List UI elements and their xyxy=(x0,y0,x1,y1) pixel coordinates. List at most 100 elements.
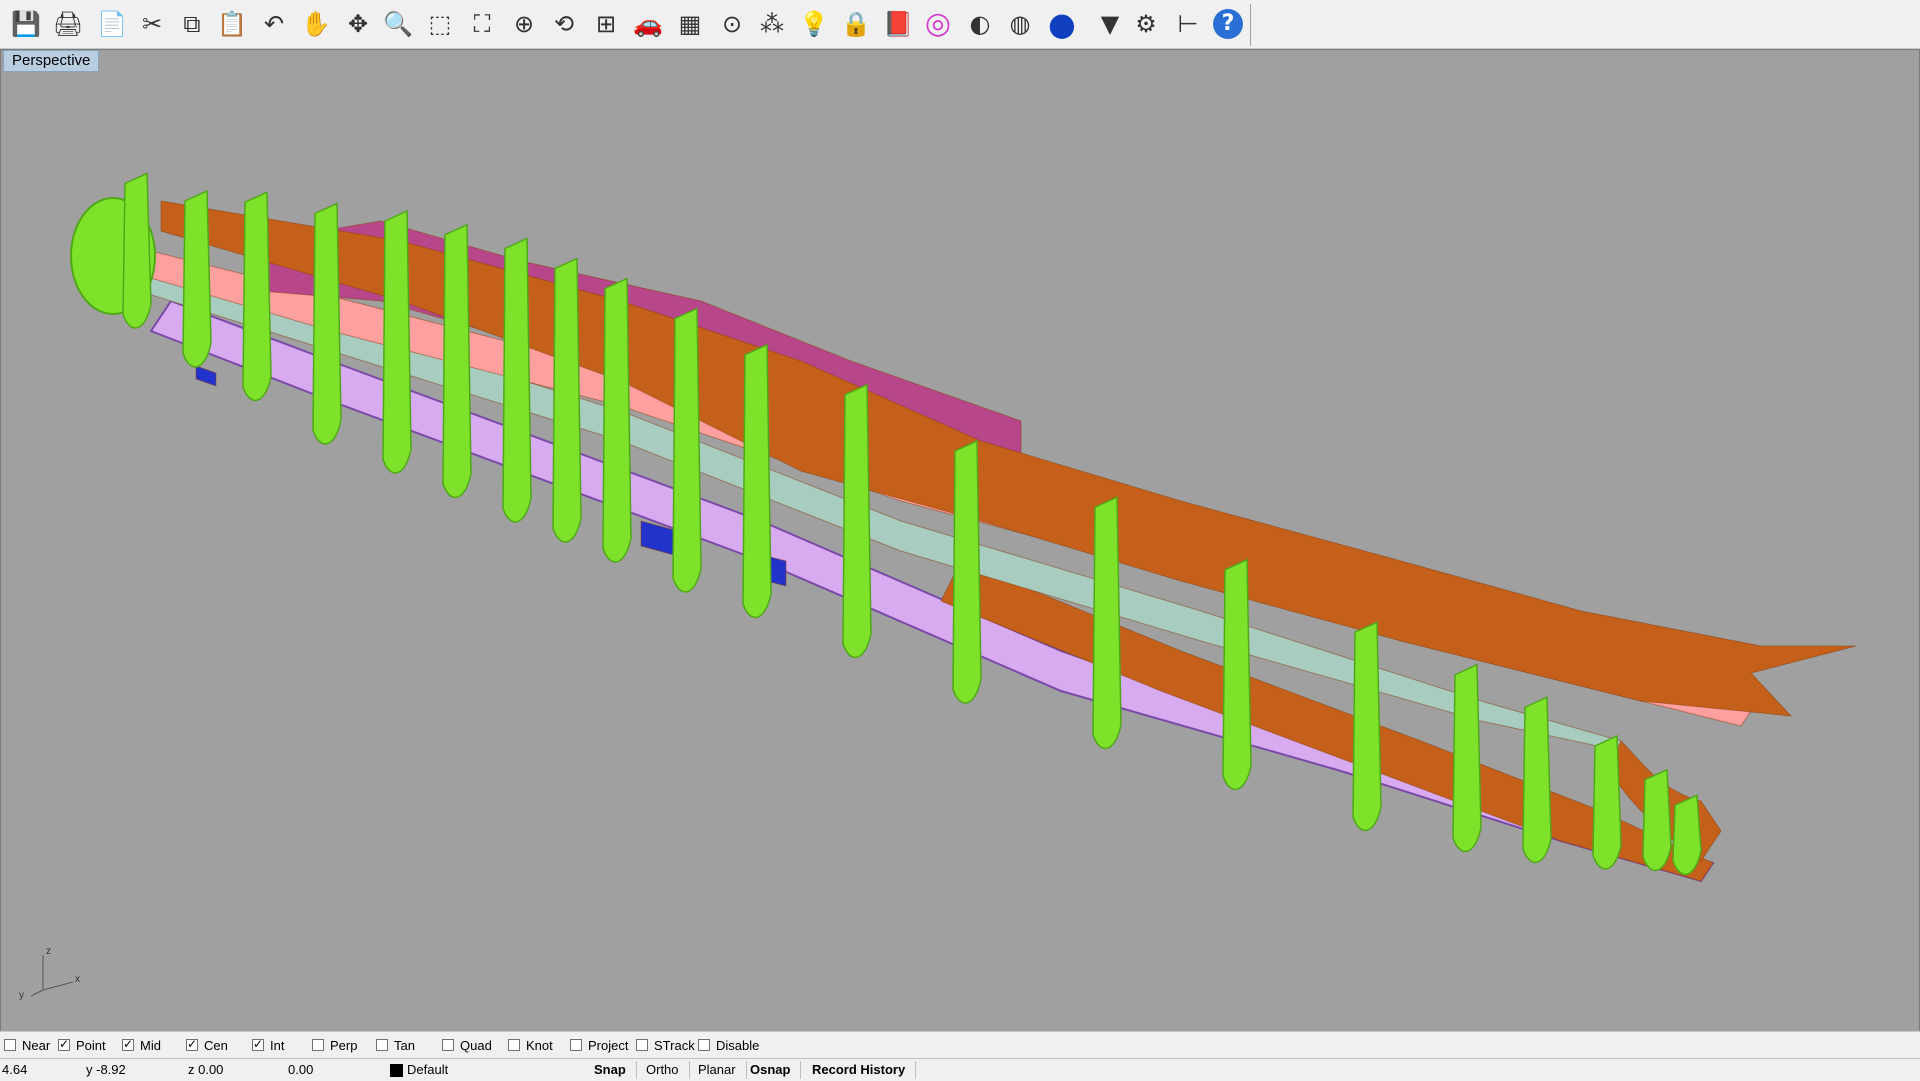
transverse-frame xyxy=(502,237,532,523)
zoom-selected-button[interactable]: ⊕ xyxy=(506,6,542,42)
pan-button[interactable]: ✋ xyxy=(298,6,334,42)
coord-y: y -8.92 xyxy=(86,1062,126,1077)
snap-checkbox[interactable] xyxy=(442,1039,454,1051)
transverse-frame xyxy=(952,439,982,704)
cut-button[interactable]: ✂ xyxy=(134,6,170,42)
snap-mid[interactable]: Mid xyxy=(122,1037,161,1053)
snap-checkbox[interactable] xyxy=(252,1037,264,1051)
snap-tan[interactable]: Tan xyxy=(376,1037,415,1053)
mode-ortho[interactable]: Ortho xyxy=(646,1061,690,1079)
snap-checkbox[interactable] xyxy=(636,1039,648,1051)
rotate-view-button[interactable]: ✥ xyxy=(340,6,376,42)
snap-checkbox[interactable] xyxy=(698,1039,710,1051)
layer-book-button[interactable]: 📕 xyxy=(880,6,916,42)
shaded-sphere-icon: ◐ xyxy=(969,10,991,38)
shaded-sphere-button[interactable]: ◐ xyxy=(962,6,998,42)
transverse-frame xyxy=(312,202,342,445)
current-layer[interactable]: Default xyxy=(390,1062,448,1078)
circle-point-button[interactable]: ⊙ xyxy=(714,6,750,42)
import-icon: 📄 xyxy=(97,10,127,38)
snap-checkbox[interactable] xyxy=(376,1039,388,1051)
dimension-button[interactable]: ⊢ xyxy=(1170,6,1206,42)
snap-near[interactable]: Near xyxy=(4,1037,50,1053)
world-axis-icon: x z y xyxy=(19,946,80,1000)
snap-checkbox[interactable] xyxy=(570,1039,582,1051)
import-button[interactable]: 📄 xyxy=(94,6,130,42)
hull-model[interactable] xyxy=(1,50,1919,1031)
snap-perp[interactable]: Perp xyxy=(312,1037,357,1053)
snap-cen[interactable]: Cen xyxy=(186,1037,228,1053)
wireframe-sphere-icon: ◍ xyxy=(1009,10,1031,38)
car-object-button[interactable]: 🚗 xyxy=(630,6,666,42)
snap-label: Point xyxy=(76,1037,106,1053)
perspective-viewport[interactable]: Perspective x z y xyxy=(0,49,1920,1032)
snap-checkbox[interactable] xyxy=(186,1037,198,1051)
render-sphere-icon: ● xyxy=(1048,5,1076,43)
four-viewports-button[interactable]: ⊞ xyxy=(588,6,624,42)
undo-view-icon: ⟲ xyxy=(553,10,575,38)
mode-snap[interactable]: Snap xyxy=(594,1061,637,1079)
grid-plane-icon: ▦ xyxy=(678,10,702,38)
undo-button[interactable]: ↶ xyxy=(256,6,292,42)
snap-point[interactable]: Point xyxy=(58,1037,106,1053)
lock-button[interactable]: 🔒 xyxy=(838,6,874,42)
snap-checkbox[interactable] xyxy=(4,1039,16,1051)
snap-label: Perp xyxy=(330,1037,358,1053)
copy-icon: ⧉ xyxy=(183,10,201,38)
paste-button[interactable]: 📋 xyxy=(214,6,250,42)
snap-disable[interactable]: Disable xyxy=(698,1037,759,1053)
transverse-frame xyxy=(602,277,632,563)
undo-view-button[interactable]: ⟲ xyxy=(546,6,582,42)
snap-strack[interactable]: STrack xyxy=(636,1037,695,1053)
zoom-dynamic-button[interactable]: 🔍 xyxy=(380,6,416,42)
snap-checkbox[interactable] xyxy=(312,1039,324,1051)
viewport-title[interactable]: Perspective xyxy=(3,50,100,72)
grid-plane-button[interactable]: ▦ xyxy=(672,6,708,42)
copy-button[interactable]: ⧉ xyxy=(174,6,210,42)
render-sphere-button[interactable]: ● xyxy=(1044,6,1080,42)
light-bulb-button[interactable]: 💡 xyxy=(796,6,832,42)
transverse-frame xyxy=(552,257,582,543)
select-filter-icon: ▼ xyxy=(1100,10,1120,38)
mode-record-history[interactable]: Record History xyxy=(812,1061,917,1079)
save-button[interactable]: 💾 xyxy=(8,6,44,42)
color-wheel-button[interactable]: ◎ xyxy=(920,6,956,42)
transverse-frame xyxy=(1642,768,1672,872)
object-snap-button[interactable]: ⁂ xyxy=(754,6,790,42)
coord-distance: 0.00 xyxy=(288,1062,314,1077)
print-icon: 🖨 xyxy=(52,10,84,38)
snap-int[interactable]: Int xyxy=(252,1037,284,1053)
transverse-frame xyxy=(182,189,212,368)
zoom-extents-button[interactable]: ⛶ xyxy=(464,6,500,42)
help-button[interactable]: ? xyxy=(1210,6,1246,42)
coord-x: 4.64 xyxy=(2,1062,28,1077)
mode-planar[interactable]: Planar xyxy=(698,1061,747,1079)
snap-checkbox[interactable] xyxy=(122,1037,134,1051)
undo-icon: ↶ xyxy=(263,10,285,38)
snap-checkbox[interactable] xyxy=(58,1037,70,1051)
gear-options-button[interactable]: ⚙ xyxy=(1128,6,1164,42)
snap-project[interactable]: Project xyxy=(570,1037,628,1053)
snap-label: Int xyxy=(270,1037,285,1053)
layer-color-swatch xyxy=(390,1064,403,1078)
transverse-frame xyxy=(242,191,272,402)
snap-label: Quad xyxy=(460,1037,492,1053)
zoom-window-icon: ⬚ xyxy=(428,10,452,38)
light-bulb-icon: 💡 xyxy=(799,10,829,38)
snap-checkbox[interactable] xyxy=(508,1039,520,1051)
wireframe-sphere-button[interactable]: ◍ xyxy=(1002,6,1038,42)
zoom-window-button[interactable]: ⬚ xyxy=(422,6,458,42)
axis-y-label: y xyxy=(19,990,24,1000)
select-filter-button[interactable]: ▼ xyxy=(1092,6,1128,42)
pan-icon: ✋ xyxy=(301,10,331,38)
transverse-frame xyxy=(842,383,872,659)
snap-label: STrack xyxy=(654,1037,695,1053)
layer-name: Default xyxy=(407,1062,449,1077)
print-button[interactable]: 🖨 xyxy=(50,6,86,42)
transverse-frame xyxy=(1672,794,1702,876)
main-toolbar: 💾 🖨 📄 ✂ ⧉ 📋 ↶ ✋ ✥ 🔍 ⬚ ⛶ ⊕ ⟲ ⊞ 🚗 ▦ ⊙ ⁂ 💡 🔒 📕 ◎ ◐ ◍ ● ▼ ⚙ ⊢? xyxy=(0,0,1920,49)
snap-knot[interactable]: Knot xyxy=(508,1037,553,1053)
mode-osnap[interactable]: Osnap xyxy=(750,1061,802,1079)
bottom-opening xyxy=(195,365,217,387)
snap-quad[interactable]: Quad xyxy=(442,1037,492,1053)
